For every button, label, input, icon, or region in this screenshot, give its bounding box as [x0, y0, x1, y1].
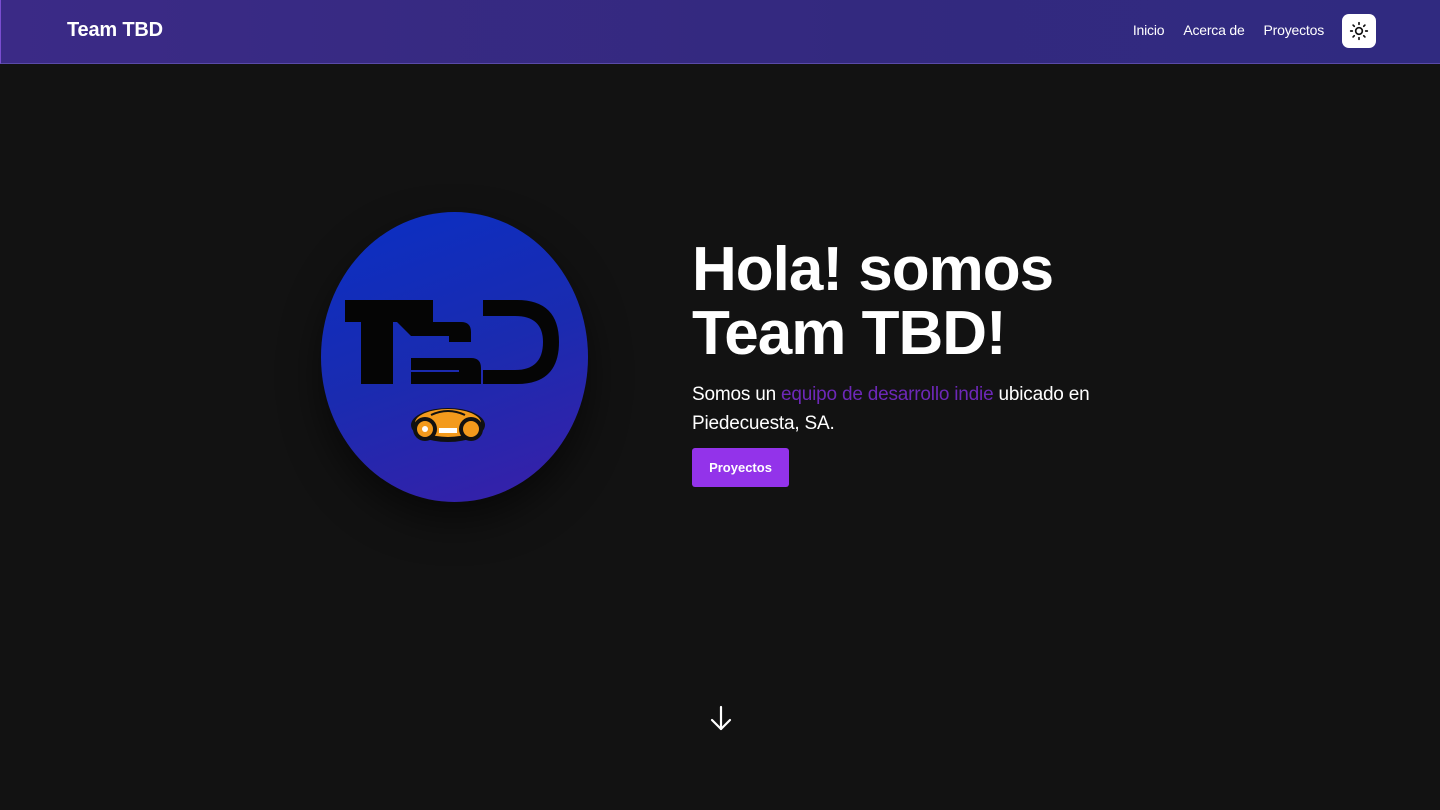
arrow-down-icon[interactable]: [709, 704, 733, 732]
nav-link-proyectos[interactable]: Proyectos: [1264, 22, 1325, 38]
nav-links: Inicio Acerca de Proyectos: [1133, 22, 1324, 38]
brand-logo-link[interactable]: Team TBD: [67, 19, 163, 42]
hero-description: Somos un equipo de desarrollo indie ubic…: [692, 380, 1162, 438]
motorcycle-icon: [411, 408, 485, 442]
hero-title-line-2: Team TBD!: [692, 299, 1007, 368]
hero-title: Hola! somos Team TBD!: [692, 238, 1192, 366]
hero-text-before: Somos un: [692, 384, 782, 405]
nav-link-inicio[interactable]: Inicio: [1133, 22, 1165, 38]
tbd-logo-icon: [345, 300, 559, 384]
proyectos-button[interactable]: Proyectos: [692, 448, 789, 487]
team-logo-image: [321, 212, 588, 502]
theme-toggle-button[interactable]: [1342, 14, 1376, 48]
nav-link-acerca-de[interactable]: Acerca de: [1183, 22, 1244, 38]
navbar: Team TBD Inicio Acerca de Proyectos: [0, 0, 1440, 64]
sun-icon: [1349, 21, 1369, 41]
hero-text-highlight: equipo de desarrollo indie: [781, 384, 994, 405]
page: Team TBD Inicio Acerca de Proyectos Hola…: [0, 0, 1440, 810]
hero-title-line-1: Hola! somos: [692, 235, 1054, 304]
